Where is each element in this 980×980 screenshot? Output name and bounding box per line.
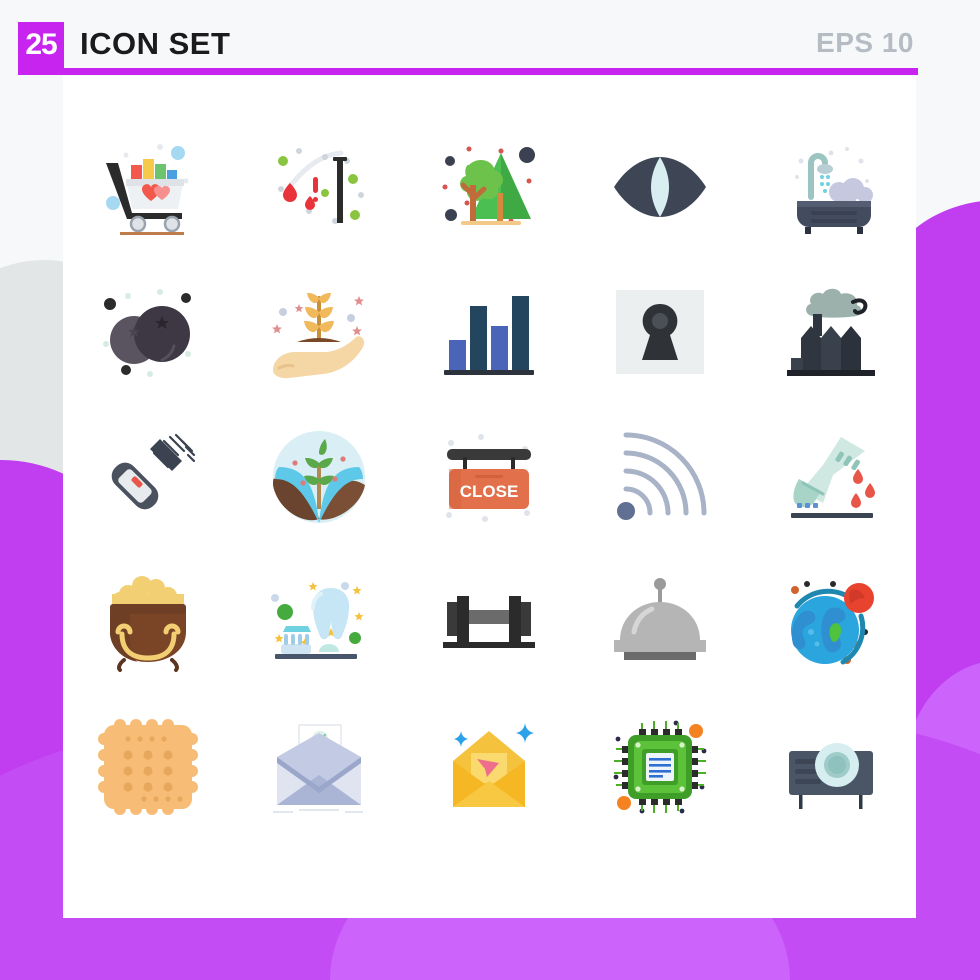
cat-eye-icon[interactable]	[575, 114, 746, 259]
bar-chart-icon[interactable]	[404, 259, 575, 404]
header-divider	[18, 68, 918, 75]
email-send-icon[interactable]	[404, 694, 575, 839]
blood-needle-icon[interactable]	[234, 114, 405, 259]
flashlight-icon[interactable]	[63, 404, 234, 549]
open-envelope-letter-icon[interactable]	[234, 694, 405, 839]
blueberries-icon[interactable]	[63, 259, 234, 404]
close-sign-icon[interactable]: CLOSE	[404, 404, 575, 549]
keyhole-icon[interactable]	[575, 259, 746, 404]
biscuit-cracker-icon[interactable]	[63, 694, 234, 839]
flask-chemical-drops-icon[interactable]	[745, 404, 916, 549]
close-sign-label: CLOSE	[460, 482, 519, 501]
cpu-chip-icon[interactable]	[575, 694, 746, 839]
background-blob-right-light	[905, 660, 980, 980]
page-title: ICON SET	[80, 26, 231, 61]
eps-version-label: EPS 10	[816, 27, 914, 58]
shopping-cart-love-icon[interactable]	[63, 114, 234, 259]
factory-pollution-icon[interactable]	[745, 259, 916, 404]
pot-of-gold-icon[interactable]	[63, 549, 234, 694]
icon-sheet: CLOSE	[63, 76, 916, 918]
tooth-toothbrush-icon[interactable]	[234, 549, 405, 694]
page-header: 25 ICON SET EPS 10	[0, 0, 980, 76]
hand-wheat-plant-icon[interactable]	[234, 259, 405, 404]
icon-set-page: CLOSE 25 ICON SET EPS 10	[0, 0, 980, 980]
earth-orbit-planet-icon[interactable]	[745, 549, 916, 694]
icon-count-badge: 25	[18, 22, 64, 68]
forest-trees-icon[interactable]	[404, 114, 575, 259]
food-cloche-icon[interactable]	[575, 549, 746, 694]
eco-earth-plant-icon[interactable]	[234, 404, 405, 549]
wifi-signal-icon[interactable]	[575, 404, 746, 549]
dumbbell-bench-icon[interactable]	[404, 549, 575, 694]
icon-grid: CLOSE	[63, 114, 916, 904]
bathtub-shower-icon[interactable]	[745, 114, 916, 259]
projector-icon[interactable]	[745, 694, 916, 839]
